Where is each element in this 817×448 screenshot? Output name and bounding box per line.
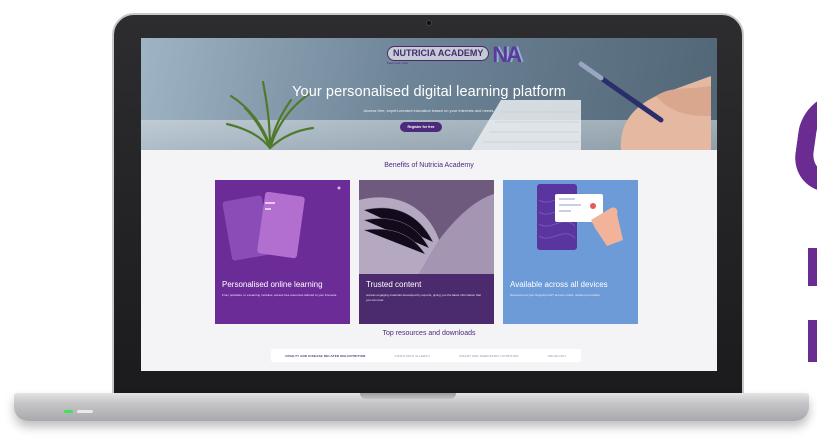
decorative-purple-bar [808,248,817,286]
card-title: Available across all devices [510,280,608,289]
card-title: Personalised online learning [222,280,323,289]
tab-cows-milk-allergy[interactable]: COW'S MILK ALLERGY [394,354,430,358]
resources-tab-bar: FRAILTY AND DISEASE RELATED MALNUTRITION… [271,349,581,362]
card-title: Trusted content [366,280,422,289]
card-text: Resources at your fingertips 24/7 across… [510,293,601,297]
tab-oncology[interactable]: ONCOLOGY [548,354,567,358]
register-button[interactable]: Register for free [400,122,442,132]
logo-wordmark: NUTRICIA ACADEMY Feed your mind [387,45,490,65]
logo-tagline: Feed your mind [387,60,408,65]
status-led-icon [77,410,93,413]
touch-device-illustration-icon [537,184,623,250]
laptop-screen: NUTRICIA ACADEMY Feed your mind NA Your … [141,38,717,371]
nutricia-academy-logo[interactable]: NUTRICIA ACADEMY Feed your mind NA [387,42,522,68]
benefit-card-trusted[interactable]: Trusted content Access engaging material… [359,180,494,324]
tablets-illustration-icon [222,186,341,261]
tab-frailty-malnutrition[interactable]: FRAILTY AND DISEASE RELATED MALNUTRITION [285,354,365,358]
hero-subtitle: Access free, expert-created education ba… [363,108,495,113]
tab-infant-paediatric-nutrition[interactable]: INFANT AND PAEDIATRIC NUTRITION [459,354,518,358]
logo-text: NUTRICIA ACADEMY [387,45,490,61]
decorative-purple-shape [789,92,817,192]
webcam-icon [426,20,432,26]
resources-heading: Top resources and downloads [382,330,476,337]
open-book-icon [359,180,494,274]
decorative-purple-bar [808,320,817,362]
hero-title: Your personalised digital learning platf… [292,84,566,100]
card-text: From podcasts, to e-learning modules, ac… [222,293,338,297]
hero-banner: NUTRICIA ACADEMY Feed your mind NA Your … [141,38,717,150]
hand-writing-icon [578,61,711,150]
power-led-icon [64,410,73,413]
benefit-card-personalised[interactable]: Personalised online learning From podcas… [215,180,350,324]
logo-monogram: NA [492,42,522,67]
card-text: Access engaging materials developed by e… [366,293,481,302]
benefit-card-devices[interactable]: Available across all devices Resources a… [503,180,638,324]
laptop-opening-notch [360,393,456,399]
benefits-heading: Benefits of Nutricia Academy [384,162,474,169]
